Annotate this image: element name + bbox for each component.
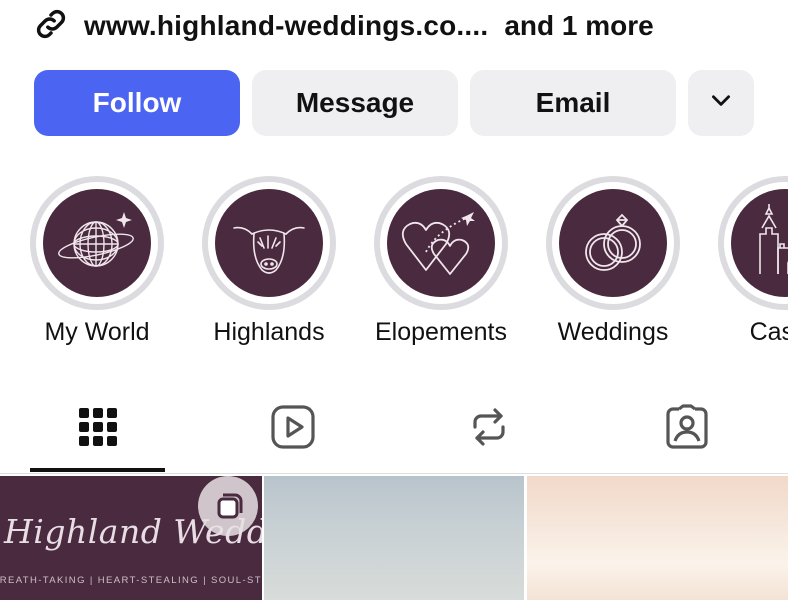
highlight-label: Weddings [557, 318, 669, 346]
highlight-label: Castle [749, 318, 788, 346]
highlight-elopements[interactable]: Elopements [374, 176, 508, 346]
highlight-castle[interactable]: Castle [718, 176, 788, 346]
grid-icon [79, 408, 117, 446]
repost-icon [473, 408, 505, 446]
tab-reposts[interactable] [464, 402, 514, 452]
post-tile[interactable] [264, 476, 524, 600]
hearts-plane-icon [401, 212, 475, 275]
more-links[interactable]: and 1 more [504, 10, 653, 42]
highlight-highlands[interactable]: Highlands [202, 176, 336, 346]
highlight-my-world[interactable]: My World [30, 176, 164, 346]
email-button[interactable]: Email [470, 70, 676, 136]
profile-link-row[interactable]: www.highland-weddings.co.... and 1 more [32, 6, 654, 46]
follow-button[interactable]: Follow [34, 70, 240, 136]
highlight-label: Highlands [213, 318, 325, 346]
carousel-badge [198, 476, 258, 536]
highlight-weddings[interactable]: Weddings [546, 176, 680, 346]
profile-link[interactable]: www.highland-weddings.co.... [84, 10, 488, 42]
tagged-icon [666, 404, 708, 449]
active-tab-indicator [30, 468, 165, 472]
highlight-label: My World [44, 318, 150, 346]
message-button[interactable]: Message [252, 70, 458, 136]
post-tagline: BREATH-TAKING | HEART-STEALING | SOUL-ST… [0, 575, 262, 586]
chevron-down-icon [708, 87, 734, 120]
suggestions-dropdown-button[interactable] [688, 70, 754, 136]
highland-cow-icon [233, 226, 305, 274]
tab-grid[interactable] [73, 402, 123, 452]
carousel-icon [217, 493, 243, 519]
post-tile[interactable]: Highland Weddings BREATH-TAKING | HEART-… [0, 476, 262, 600]
highlight-label: Elopements [374, 318, 508, 346]
castle-icon [759, 204, 788, 274]
tab-tagged[interactable] [662, 402, 712, 452]
profile-tabs [0, 384, 788, 474]
wedding-rings-icon [585, 213, 641, 271]
reels-icon [271, 405, 315, 449]
post-tile[interactable] [527, 476, 788, 600]
link-icon [32, 5, 70, 48]
disco-ball-icon [58, 212, 134, 267]
tab-reels[interactable] [268, 402, 318, 452]
tab-divider [0, 473, 788, 474]
